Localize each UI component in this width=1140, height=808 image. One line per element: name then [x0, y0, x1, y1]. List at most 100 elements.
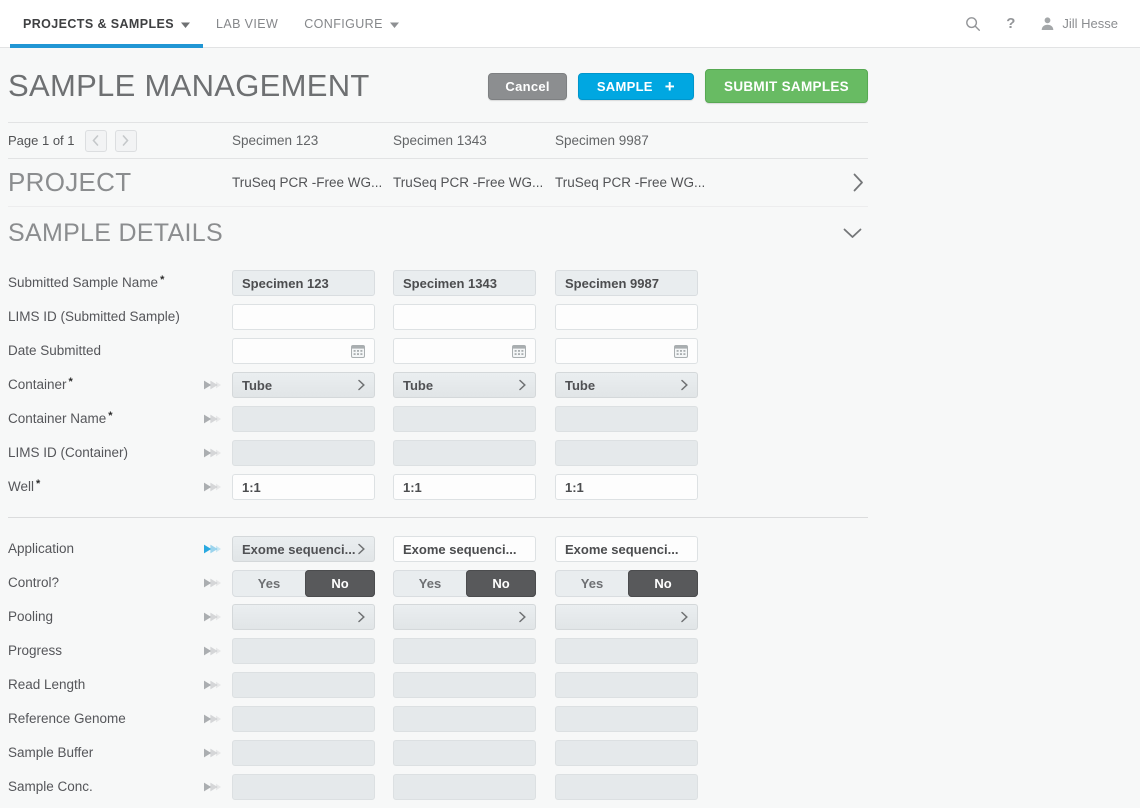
text-input[interactable] — [232, 638, 375, 664]
form-row: Container* Tube Tube Tube — [8, 368, 868, 402]
text-input[interactable]: Exome sequenci... — [555, 536, 698, 562]
text-input[interactable] — [393, 440, 536, 466]
search-icon[interactable] — [965, 16, 981, 32]
text-input[interactable] — [393, 304, 536, 330]
nav-tab-lab-view[interactable]: LAB VIEW — [203, 0, 291, 47]
text-input[interactable] — [555, 638, 698, 664]
project-expand-icon[interactable] — [853, 173, 864, 192]
required-marker: * — [69, 376, 73, 388]
date-input[interactable] — [232, 338, 375, 364]
text-input[interactable] — [232, 672, 375, 698]
text-input[interactable] — [555, 706, 698, 732]
apply-to-all-icon[interactable] — [204, 645, 221, 657]
dropdown-select[interactable]: Tube — [393, 372, 536, 398]
toggle-option-yes[interactable]: Yes — [233, 576, 305, 591]
nav-tab-label: PROJECTS & SAMPLES — [23, 17, 174, 31]
toggle-option-yes[interactable]: Yes — [556, 576, 628, 591]
add-sample-button[interactable]: SAMPLE + — [578, 73, 694, 100]
calendar-icon[interactable] — [512, 345, 526, 358]
toggle-option-no[interactable]: No — [628, 570, 698, 597]
nav-tab-configure[interactable]: CONFIGURE — [291, 0, 412, 47]
apply-to-all-icon[interactable] — [204, 611, 221, 623]
field-value: Tube — [565, 378, 595, 393]
text-input[interactable] — [232, 440, 375, 466]
text-input[interactable] — [393, 706, 536, 732]
apply-to-all-icon[interactable] — [204, 413, 221, 425]
apply-to-all-icon[interactable] — [204, 481, 221, 493]
dropdown-select[interactable]: Tube — [232, 372, 375, 398]
calendar-icon[interactable] — [674, 345, 688, 358]
text-input[interactable] — [232, 740, 375, 766]
text-input[interactable]: Specimen 123 — [232, 270, 375, 296]
user-name: Jill Hesse — [1062, 16, 1118, 31]
toggle-option-no[interactable]: No — [466, 570, 536, 597]
required-marker: * — [36, 478, 40, 490]
dropdown-select[interactable]: Exome sequenci... — [232, 536, 375, 562]
text-input[interactable]: Specimen 9987 — [555, 270, 698, 296]
project-section: PROJECT TruSeq PCR -Free WG... TruSeq PC… — [8, 159, 868, 207]
apply-to-all-icon[interactable] — [204, 747, 221, 759]
next-page-button[interactable] — [115, 130, 137, 152]
dropdown-select[interactable] — [232, 604, 375, 630]
text-input[interactable]: 1:1 — [393, 474, 536, 500]
previous-page-button[interactable] — [85, 130, 107, 152]
text-input[interactable] — [555, 304, 698, 330]
apply-to-all-icon[interactable] — [204, 447, 221, 459]
form-row: Sample Conc. — [8, 770, 868, 804]
text-input[interactable] — [393, 638, 536, 664]
form-row: Pooling — [8, 600, 868, 634]
text-input[interactable]: Exome sequenci... — [393, 536, 536, 562]
user-menu[interactable]: Jill Hesse — [1040, 16, 1118, 31]
text-input[interactable]: 1:1 — [555, 474, 698, 500]
toggle-option-yes[interactable]: Yes — [394, 576, 466, 591]
text-input[interactable] — [555, 740, 698, 766]
chevron-right-icon — [519, 379, 526, 391]
nav-tab-label: LAB VIEW — [216, 17, 278, 31]
text-input[interactable] — [393, 774, 536, 800]
text-input[interactable] — [232, 304, 375, 330]
submit-samples-button[interactable]: SUBMIT SAMPLES — [705, 69, 868, 103]
apply-to-all-icon[interactable] — [204, 781, 221, 793]
help-icon[interactable]: ? — [1006, 15, 1015, 32]
text-input[interactable] — [555, 440, 698, 466]
apply-to-all-icon[interactable] — [204, 577, 221, 589]
nav-tab-projects-samples[interactable]: PROJECTS & SAMPLES — [10, 0, 203, 47]
sample-details-heading: SAMPLE DETAILS — [8, 219, 223, 248]
text-input[interactable] — [232, 706, 375, 732]
apply-to-all-icon[interactable] — [204, 379, 221, 391]
nav-utilities: ? Jill Hesse — [965, 0, 1118, 47]
text-input[interactable] — [555, 406, 698, 432]
collapse-section-icon[interactable] — [843, 228, 862, 239]
field-label: Sample Buffer — [8, 745, 93, 760]
text-input[interactable] — [555, 672, 698, 698]
date-input[interactable] — [393, 338, 536, 364]
top-nav: PROJECTS & SAMPLES LAB VIEW CONFIGURE ? … — [0, 0, 1140, 48]
field-label: Pooling — [8, 609, 53, 624]
caret-down-icon — [390, 17, 399, 31]
text-input[interactable] — [555, 774, 698, 800]
apply-to-all-icon[interactable] — [204, 713, 221, 725]
dropdown-select[interactable] — [555, 604, 698, 630]
date-input[interactable] — [555, 338, 698, 364]
text-input[interactable] — [232, 406, 375, 432]
cancel-button[interactable]: Cancel — [488, 73, 566, 100]
chevron-right-icon — [358, 379, 365, 391]
field-label: Container — [8, 377, 67, 392]
text-input[interactable] — [393, 740, 536, 766]
text-input[interactable]: Specimen 1343 — [393, 270, 536, 296]
text-input[interactable] — [393, 406, 536, 432]
chevron-right-icon — [681, 379, 688, 391]
apply-to-all-icon[interactable] — [204, 543, 221, 555]
dropdown-select[interactable] — [393, 604, 536, 630]
page-header: SAMPLE MANAGEMENT Cancel SAMPLE + SUBMIT… — [8, 62, 868, 110]
toggle-option-no[interactable]: No — [305, 570, 375, 597]
text-input[interactable] — [232, 774, 375, 800]
text-input[interactable] — [393, 672, 536, 698]
text-input[interactable]: 1:1 — [232, 474, 375, 500]
field-value: Exome sequenci... — [403, 542, 516, 557]
action-buttons: Cancel SAMPLE + SUBMIT SAMPLES — [488, 69, 868, 103]
calendar-icon[interactable] — [351, 345, 365, 358]
dropdown-select[interactable]: Tube — [555, 372, 698, 398]
apply-to-all-icon[interactable] — [204, 679, 221, 691]
field-value: Tube — [403, 378, 433, 393]
